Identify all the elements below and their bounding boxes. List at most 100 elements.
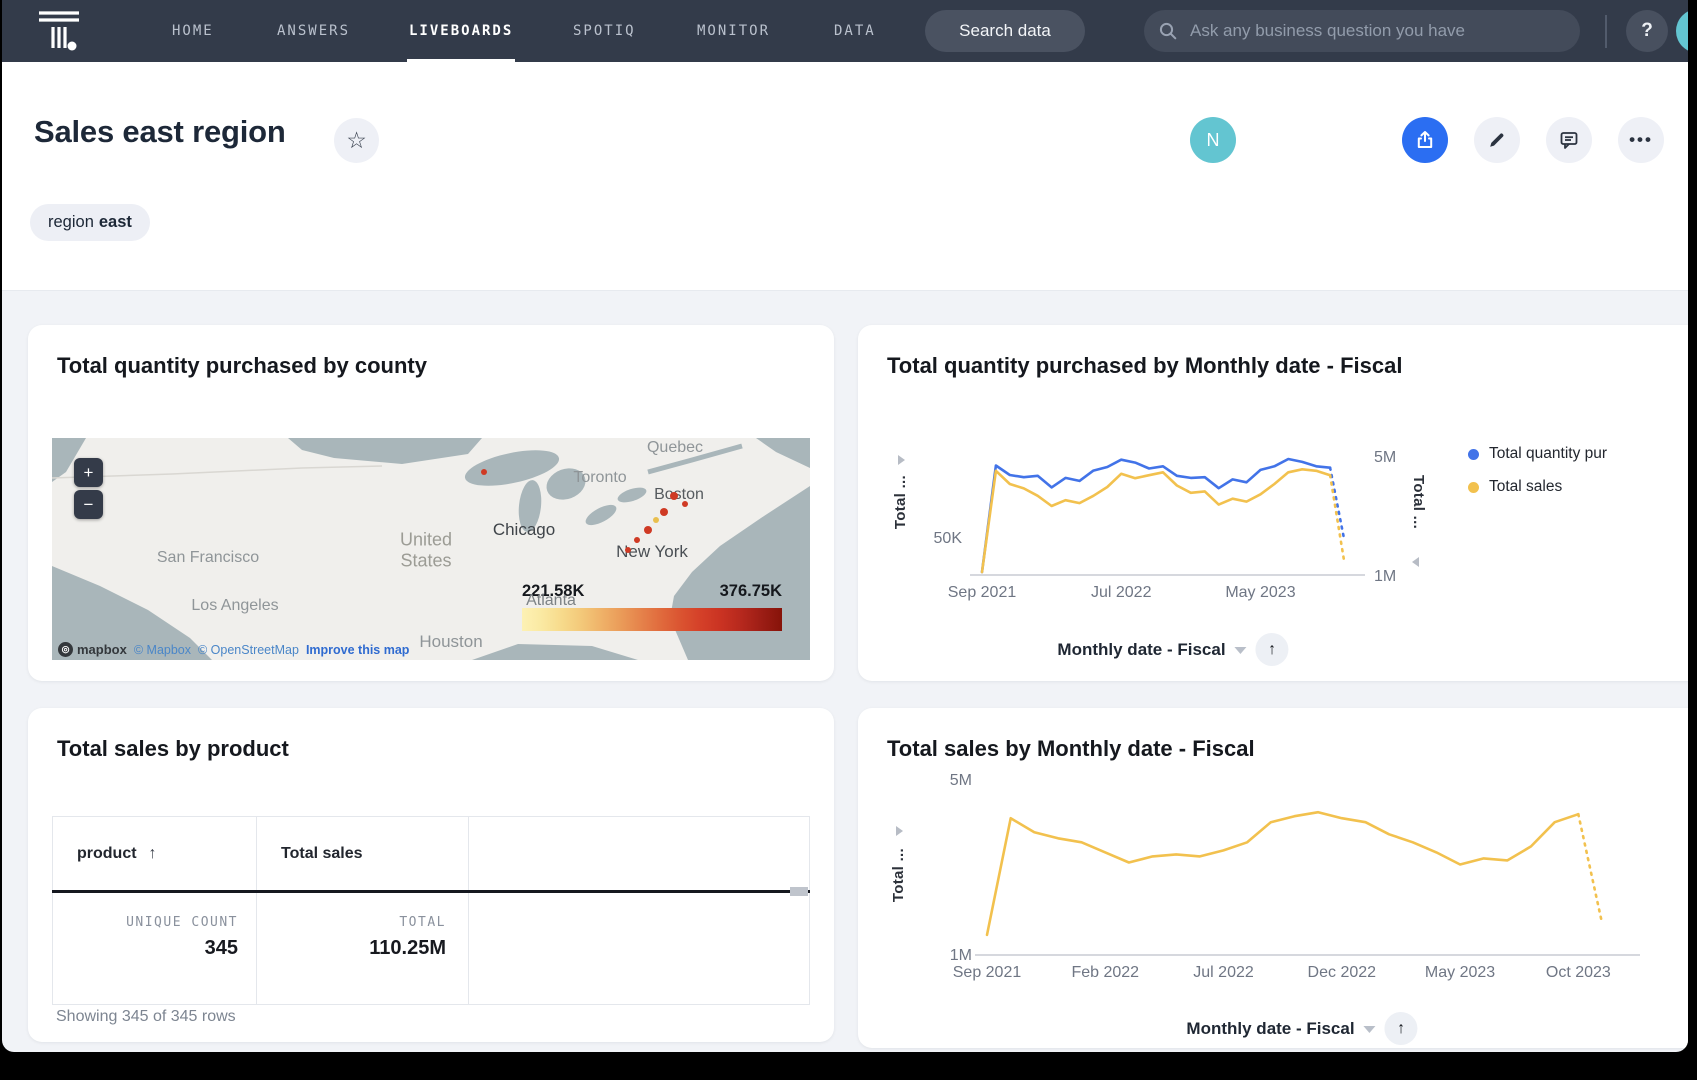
y-axis-tick-label: 5M [928,772,972,790]
liveboard-header: Sales east region ☆ N [2,62,1688,291]
openstreetmap-link[interactable]: © OpenStreetMap [198,643,299,657]
map-city-label: Houston [419,632,482,652]
favorite-star-button[interactable]: ☆ [334,118,379,163]
x-axis-tick-label: Jul 2022 [1193,964,1254,982]
chart-series-line [982,459,1330,572]
chevron-down-icon[interactable] [1235,647,1247,654]
x-axis-selector: Monthly date - Fiscal ↑ [1057,633,1288,666]
legend-item[interactable]: Total sales [1468,478,1607,496]
mapbox-wordmark: mapbox [77,642,127,657]
comments-button[interactable] [1546,117,1592,163]
x-axis-tick-label: Feb 2022 [1071,964,1139,982]
axis-scroll-arrow-icon[interactable] [896,826,903,836]
more-options-button[interactable]: ••• [1618,117,1664,163]
help-button[interactable]: ? [1626,10,1668,52]
filter-value: east [99,213,132,232]
table-summary-row: UNIQUE COUNT 345 TOTAL 110.25M [52,893,810,1005]
table-header-row: product ↑ Total sales [52,816,810,890]
x-axis-tick-label: May 2023 [1225,584,1295,602]
legend-label: Total sales [1489,478,1562,496]
author-avatar[interactable]: N [1190,117,1236,163]
sort-ascending-icon[interactable]: ↑ [149,845,157,863]
sort-ascending-button[interactable]: ↑ [1256,633,1289,666]
line-chart-plot[interactable] [858,708,1688,1048]
left-y-axis-label: Total ... [892,475,909,529]
viz-card-table: Total sales by product product ↑ Total s… [28,708,834,1042]
nav-item-data[interactable]: DATA [834,0,876,62]
left-y-axis-label: Total ... [890,848,907,902]
map-city-label: United States [378,529,474,570]
nav-item-answers[interactable]: ANSWERS [277,0,350,62]
map-city-label: Quebec [647,439,703,457]
nav-item-spotiq[interactable]: SPOTIQ [573,0,636,62]
mapbox-logo-icon[interactable]: ◎ mapbox [58,642,127,657]
legend-dot [1468,482,1479,493]
map-city-label: Toronto [573,469,626,487]
y-axis-tick-label: 1M [1374,568,1414,586]
table-header-border [52,890,810,893]
app-window: HOME ANSWERS LIVEBOARDS SPOTIQ MONITOR DATA S… [2,0,1688,1052]
viz-card-map: Total quantity purchased by county [28,325,834,681]
map-zoom-in-button[interactable]: + [74,458,103,487]
aggregate-label: TOTAL [257,915,446,930]
row-count-status: Showing 345 of 345 rows [56,1008,236,1026]
map-data-point [634,537,640,543]
map-city-label: Los Angeles [191,597,278,615]
map-zoom-out-button[interactable]: − [74,490,103,519]
share-icon [1414,129,1436,151]
sort-ascending-button[interactable]: ↑ [1385,1012,1418,1045]
x-axis-tick-label: Sep 2021 [953,964,1022,982]
right-y-axis-label: Total ... [1410,475,1427,529]
search-data-button[interactable]: Search data [925,10,1085,52]
nav-item-home[interactable]: HOME [172,0,214,62]
filter-name: region [48,213,94,232]
viz-title: Total quantity purchased by county [57,353,427,379]
improve-map-link[interactable]: Improve this map [306,643,410,657]
axis-scroll-arrow-icon[interactable] [1412,557,1419,567]
search-icon [1158,21,1178,41]
y-axis-tick-label: 5M [1374,449,1414,467]
comment-icon [1558,129,1580,151]
x-axis-tick-label: Sep 2021 [948,584,1017,602]
share-button[interactable] [1402,117,1448,163]
map-data-point [644,526,652,534]
x-axis-tick-label: Oct 2023 [1546,964,1611,982]
ask-question-searchbar[interactable] [1144,10,1580,52]
x-axis-field-label[interactable]: Monthly date - Fiscal [1186,1019,1354,1039]
chart-series-line [987,812,1578,935]
map-data-point [625,547,631,553]
map-data-point [653,517,659,523]
column-header-product[interactable]: product ↑ [53,817,257,890]
data-table: product ↑ Total sales UNIQUE COUNT 345 T… [52,816,810,1005]
column-header-total-sales[interactable]: Total sales [257,817,469,890]
ask-question-input[interactable] [1188,20,1566,42]
geo-map[interactable]: + − 221.58K 376.75K ◎ mapbox © Mapbox © … [52,438,810,660]
map-color-scale [522,608,782,631]
filter-chip-region[interactable]: region east [30,204,150,241]
nav-item-liveboards[interactable]: LIVEBOARDS [409,0,513,62]
legend-item[interactable]: Total quantity pur [1468,445,1607,463]
x-axis-tick-label: May 2023 [1425,964,1495,982]
edit-button[interactable] [1474,117,1520,163]
axis-scroll-arrow-icon[interactable] [898,455,905,465]
x-axis-tick-label: Dec 2022 [1308,964,1377,982]
legend-dot [1468,449,1479,460]
table-scrollbar-thumb[interactable] [790,887,808,896]
chart-series-line [1578,814,1602,923]
pencil-icon [1487,130,1507,150]
chart-series-line [1330,475,1344,560]
page-title: Sales east region [34,114,286,150]
aggregate-value: 345 [53,937,238,960]
map-city-label: Boston [654,486,704,504]
map-data-point [481,469,487,475]
map-data-point [660,508,668,516]
nav-item-monitor[interactable]: MONITOR [697,0,770,62]
column-header-label: product [77,845,137,863]
map-zoom-controls: + − [74,458,103,519]
chevron-down-icon[interactable] [1364,1026,1376,1033]
viz-title: Total sales by product [57,736,289,762]
mapbox-link[interactable]: © Mapbox [134,643,191,657]
map-data-point [670,492,678,500]
aggregate-label: UNIQUE COUNT [53,915,238,930]
x-axis-field-label[interactable]: Monthly date - Fiscal [1057,640,1225,660]
